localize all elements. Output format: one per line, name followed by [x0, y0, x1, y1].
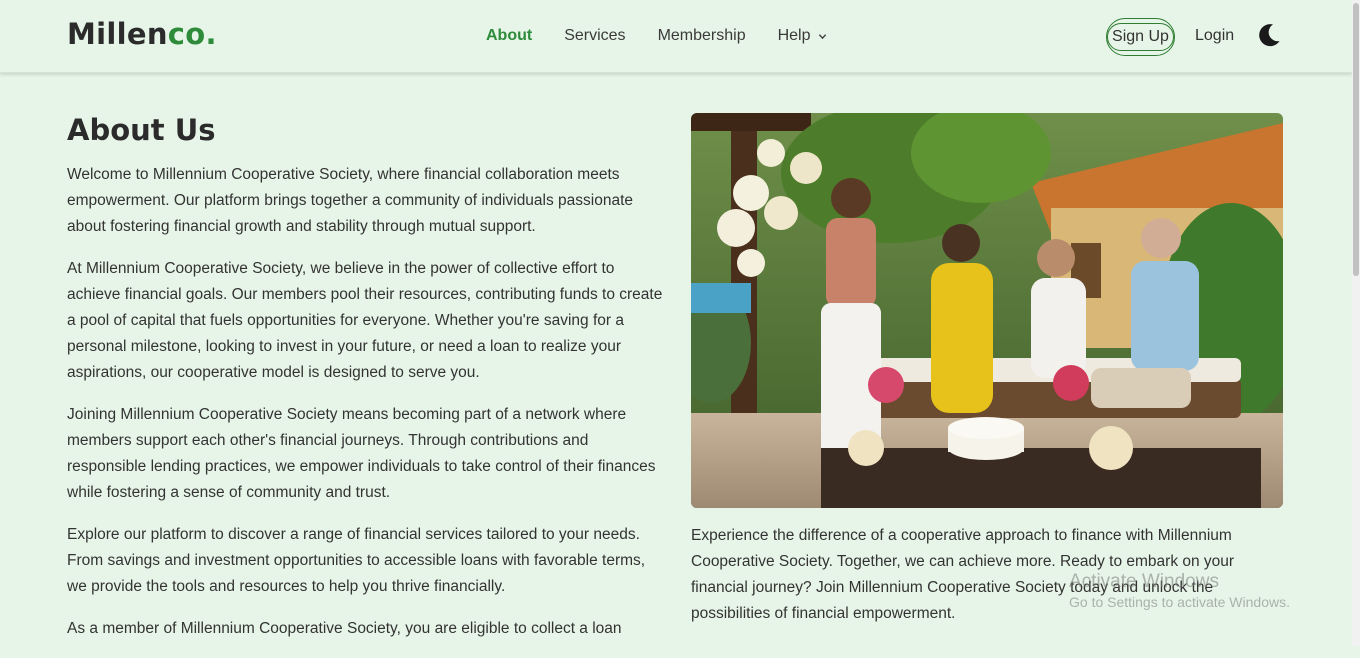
about-paragraph: Welcome to Millennium Cooperative Societ… [67, 166, 634, 235]
page-title: About Us [67, 113, 216, 147]
moon-icon[interactable] [1256, 22, 1282, 48]
cta-paragraph: Experience the difference of a cooperati… [691, 527, 1235, 622]
about-paragraph: At Millennium Cooperative Society, we be… [67, 260, 663, 381]
about-paragraph: Joining Millennium Cooperative Society m… [67, 406, 656, 501]
nav-help[interactable]: Help [778, 27, 827, 45]
scrollbar-thumb[interactable] [1353, 3, 1359, 276]
signup-button-label: Sign Up [1107, 23, 1174, 51]
nav-help-label: Help [777, 27, 811, 44]
chevron-down-icon [818, 33, 826, 39]
community-photo-illustration [691, 113, 1283, 508]
nav-about[interactable]: About [486, 27, 532, 45]
signup-button[interactable]: Sign Up [1106, 18, 1175, 56]
community-photo [691, 113, 1283, 508]
nav-links: About Services Membership Help [486, 27, 827, 45]
about-paragraph: As a member of Millennium Cooperative So… [67, 620, 622, 637]
navbar: Millenco. About Services Membership Help… [0, 0, 1352, 73]
nav-membership[interactable]: Membership [658, 27, 746, 45]
about-paragraph: Explore our platform to discover a range… [67, 526, 646, 595]
page-scrollbar[interactable] [1352, 0, 1360, 646]
login-link[interactable]: Login [1195, 27, 1234, 45]
brand-name-main: Millen [67, 17, 168, 51]
brand-logo[interactable]: Millenco. [67, 17, 217, 51]
brand-name-accent: co. [167, 17, 217, 51]
about-section: About Us Welcome to Millennium Cooperati… [67, 112, 663, 658]
nav-services[interactable]: Services [564, 27, 625, 45]
